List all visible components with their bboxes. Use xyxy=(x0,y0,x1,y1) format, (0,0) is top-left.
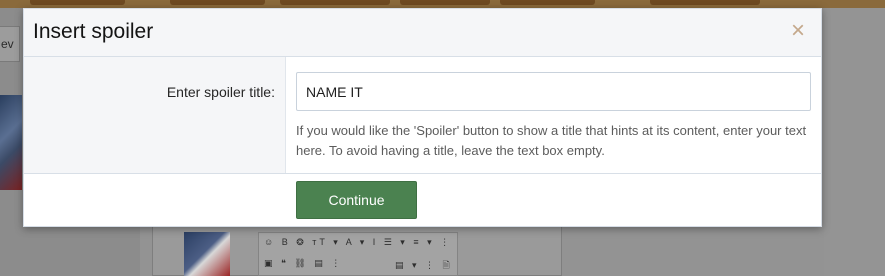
close-icon[interactable]: × xyxy=(787,19,809,44)
field-hint: If you would like the 'Spoiler' button t… xyxy=(296,123,807,158)
spoiler-title-label: Enter spoiler title: xyxy=(166,84,275,100)
dialog-title: Insert spoiler xyxy=(33,20,154,43)
insert-spoiler-dialog: Insert spoiler × Enter spoiler title: If… xyxy=(23,8,822,227)
nav-tab xyxy=(170,0,265,5)
nav-tab xyxy=(650,0,760,5)
avatar xyxy=(0,95,22,190)
editor-toolbar[interactable]: ▤ ▾ ⋮ 🗎 xyxy=(395,258,453,274)
continue-button[interactable]: Continue xyxy=(296,181,417,219)
prev-button[interactable]: ev xyxy=(0,26,20,62)
nav-tab xyxy=(500,0,595,5)
dialog-header: Insert spoiler × xyxy=(24,9,821,57)
label-cell: Enter spoiler title: xyxy=(24,57,286,173)
editor-toolbar[interactable]: ▣ ❝ ⛓ ▤ ⋮ xyxy=(264,258,343,269)
sidebar-panel xyxy=(824,8,885,276)
spoiler-title-input[interactable] xyxy=(296,72,811,111)
nav-tab xyxy=(280,0,390,5)
nav-tab xyxy=(30,0,125,5)
avatar xyxy=(184,232,230,276)
nav-tab xyxy=(400,0,490,5)
form-row: Enter spoiler title: If you would like t… xyxy=(24,57,821,174)
editor-toolbar[interactable]: ☺ B ❂ ᴛT ▾ A ▾ I ☰ ▾ ≡ ▾ ⋮ xyxy=(264,237,452,248)
